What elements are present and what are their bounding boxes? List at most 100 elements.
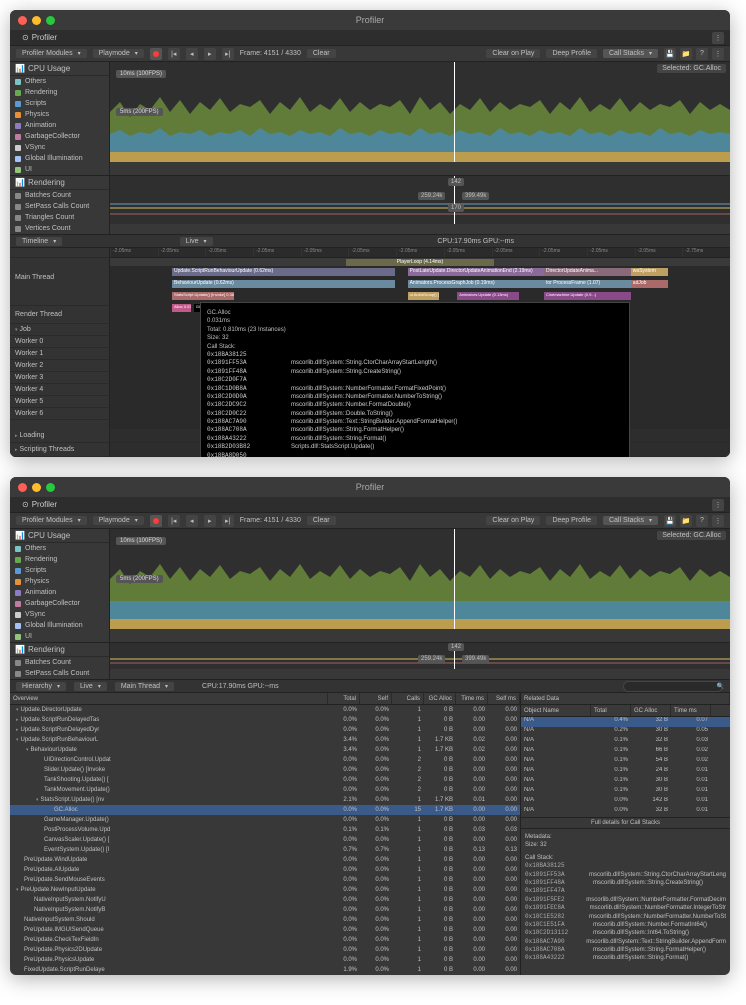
table-row[interactable]: N/A0.1%54 B0.02 (521, 757, 730, 767)
job-label[interactable]: Job (10, 324, 109, 336)
frame-marker[interactable] (454, 529, 455, 629)
prev-frame-button[interactable]: |◂ (168, 515, 180, 527)
table-row[interactable]: NativeInputSystem.NotifyU0.0%0.0%10 B0.0… (10, 895, 520, 905)
legend-item[interactable]: SetPass Calls Count (10, 201, 109, 212)
rendering-header[interactable]: 📊Rendering (10, 643, 109, 657)
rendering-chart[interactable]: 142 259.24k 399.49k (110, 643, 730, 669)
scripting-threads-label[interactable]: Scripting Threads (10, 443, 109, 457)
table-row[interactable]: PostProcessVolume.Upd0.1%0.1%10 B0.030.0… (10, 825, 520, 835)
table-row[interactable]: TankMovement.Update()0.0%0.0%20 B0.000.0… (10, 785, 520, 795)
column-header[interactable]: Total (328, 693, 360, 704)
legend-item[interactable]: Animation (10, 120, 109, 131)
table-row[interactable]: BehaviourUpdate3.4%0.0%11.7 KB0.020.00 (10, 745, 520, 755)
deep-profile-button[interactable]: Deep Profile (546, 516, 597, 525)
call-stacks-dropdown[interactable]: Call Stacks (603, 49, 658, 58)
table-row[interactable]: EventSystem.Update() [I0.7%0.7%10 B0.130… (10, 845, 520, 855)
table-row[interactable]: PreUpdate.WindUpdate0.0%0.0%10 B0.000.00 (10, 855, 520, 865)
table-row[interactable]: Update.DirectorUpdate0.0%0.0%10 B0.000.0… (10, 705, 520, 715)
legend-item[interactable]: Physics (10, 576, 109, 587)
table-row[interactable]: PreUpdate.Physics2DUpdate0.0%0.0%10 B0.0… (10, 945, 520, 955)
last-frame-button[interactable]: ▸| (222, 48, 234, 60)
help-icon[interactable]: ? (696, 48, 708, 60)
worker-label[interactable]: Worker 4 (10, 384, 109, 396)
minimize-icon[interactable] (32, 483, 41, 492)
table-row[interactable]: CanvasScaler.Update() [0.0%0.0%10 B0.000… (10, 835, 520, 845)
legend-item[interactable]: UI (10, 164, 109, 175)
tab-profiler[interactable]: ⊙Profiler (16, 500, 63, 509)
table-row[interactable]: PreUpdate.IMGUISendQueue0.0%0.0%10 B0.00… (10, 925, 520, 935)
table-row[interactable]: Update.ScriptRunDelayedDyr0.0%0.0%10 B0.… (10, 725, 520, 735)
close-icon[interactable] (18, 16, 27, 25)
fwd-button[interactable]: ▸ (204, 515, 216, 527)
legend-item[interactable]: GarbageCollector (10, 598, 109, 609)
load-icon[interactable]: 📁 (680, 48, 692, 60)
save-icon[interactable]: 💾 (664, 515, 676, 527)
loading-label[interactable]: Loading (10, 429, 109, 443)
column-header[interactable]: Time ms (456, 693, 488, 704)
worker-label[interactable]: Worker 6 (10, 408, 109, 420)
legend-item[interactable]: Rendering (10, 554, 109, 565)
legend-item[interactable]: Vertices Count (10, 223, 109, 234)
legend-item[interactable]: VSync (10, 142, 109, 153)
legend-item[interactable]: Physics (10, 109, 109, 120)
zoom-icon[interactable] (46, 16, 55, 25)
worker-label[interactable]: Worker 5 (10, 396, 109, 408)
table-row[interactable]: N/A0.4%32 B0.07 (521, 717, 730, 727)
save-icon[interactable]: 💾 (664, 48, 676, 60)
table-row[interactable]: N/A0.1%32 B0.03 (521, 737, 730, 747)
main-thread-label[interactable]: Main Thread (10, 258, 109, 306)
cpu-chart[interactable]: Selected: GC.Alloc 10ms (100FPS) 5ms (20… (110, 62, 730, 162)
call-stacks-dropdown[interactable]: Call Stacks (603, 516, 658, 525)
table-row[interactable]: N/A0.0%142 B0.01 (521, 797, 730, 807)
column-header[interactable]: Time ms (671, 705, 711, 716)
render-thread-label[interactable]: Render Thread (10, 306, 109, 324)
table-row[interactable]: Update.ScriptRunBehaviourL3.4%0.0%11.7 K… (10, 735, 520, 745)
table-row[interactable]: TankShooting.Update() [0.0%0.0%20 B0.000… (10, 775, 520, 785)
profiler-modules-dropdown[interactable]: Profiler Modules (16, 516, 87, 525)
legend-item[interactable]: Rendering (10, 87, 109, 98)
table-row[interactable]: Slider.Update() [Invoke0.0%0.0%20 B0.000… (10, 765, 520, 775)
table-row[interactable]: GC.Alloc0.0%0.0%151.7 KB0.000.00 (10, 805, 520, 815)
minimize-icon[interactable] (32, 16, 41, 25)
legend-item[interactable]: Triangles Count (10, 212, 109, 223)
thread-dropdown[interactable]: Main Thread (115, 682, 174, 691)
table-row[interactable]: FixedUpdate.ScriptRunDelaye1.9%0.0%10 B0… (10, 965, 520, 975)
playmode-dropdown[interactable]: Playmode (93, 516, 144, 525)
worker-label[interactable]: Worker 1 (10, 348, 109, 360)
frame-marker[interactable] (454, 62, 455, 162)
legend-item[interactable]: Scripts (10, 98, 109, 109)
prev-frame-button[interactable]: |◂ (168, 48, 180, 60)
hierarchy-dropdown[interactable]: Hierarchy (16, 682, 66, 691)
last-frame-button[interactable]: ▸| (222, 515, 234, 527)
legend-item[interactable]: UI (10, 631, 109, 642)
table-row[interactable]: N/A0.1%66 B0.02 (521, 747, 730, 757)
column-header[interactable]: Total (591, 705, 631, 716)
record-button[interactable] (150, 48, 162, 60)
column-header[interactable]: GC Alloc (631, 705, 671, 716)
context-menu-icon[interactable]: ⋮ (712, 32, 724, 44)
playmode-dropdown[interactable]: Playmode (93, 49, 144, 58)
legend-item[interactable]: VSync (10, 609, 109, 620)
table-row[interactable]: PreUpdate.NewInputUpdate0.0%0.0%10 B0.00… (10, 885, 520, 895)
live-dropdown[interactable]: Live (180, 237, 213, 246)
legend-item[interactable]: Global Illumination (10, 153, 109, 164)
legend-item[interactable]: Global Illumination (10, 620, 109, 631)
zoom-icon[interactable] (46, 483, 55, 492)
rendering-chart[interactable]: 142 259.24k 399.49k 170 (110, 176, 730, 224)
clear-on-play-button[interactable]: Clear on Play (486, 516, 540, 525)
worker-label[interactable]: Worker 2 (10, 360, 109, 372)
legend-item[interactable]: Scripts (10, 565, 109, 576)
column-header[interactable]: Self ms (488, 693, 520, 704)
legend-item[interactable]: GarbageCollector (10, 131, 109, 142)
cpu-chart[interactable]: Selected: GC.Alloc 10ms (100FPS) 5ms (20… (110, 529, 730, 629)
legend-item[interactable]: Others (10, 76, 109, 87)
table-row[interactable]: Update.ScriptRunDelayedTas0.0%0.0%10 B0.… (10, 715, 520, 725)
column-header[interactable]: Object Name (521, 705, 591, 716)
fwd-button[interactable]: ▸ (204, 48, 216, 60)
load-icon[interactable]: 📁 (680, 515, 692, 527)
table-row[interactable]: StatsScript.Update() [nv2.1%0.0%11.7 KB0… (10, 795, 520, 805)
tab-profiler[interactable]: ⊙ Profiler (16, 33, 63, 42)
column-header[interactable]: Overview (10, 693, 328, 704)
legend-item[interactable]: Animation (10, 587, 109, 598)
legend-item[interactable]: SetPass Calls Count (10, 668, 109, 679)
